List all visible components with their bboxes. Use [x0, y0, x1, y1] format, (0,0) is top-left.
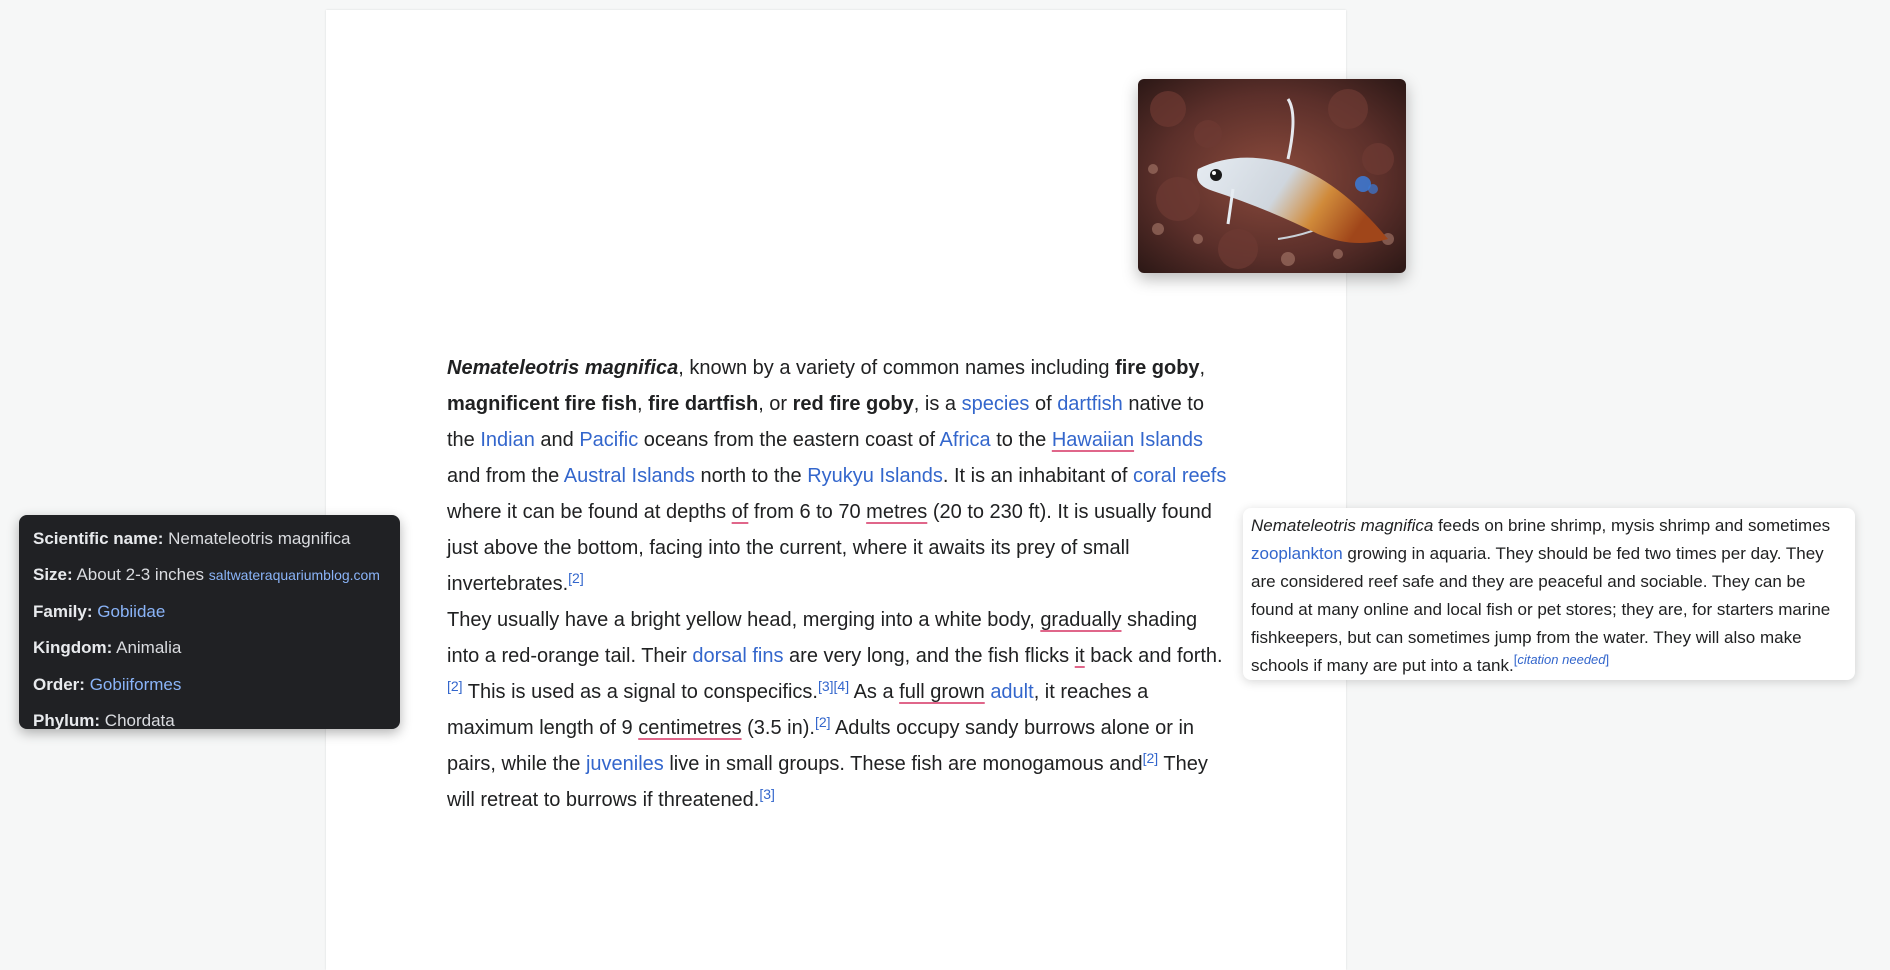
link-ryukyu-islands[interactable]: Ryukyu Islands: [807, 465, 943, 487]
spellcheck-metres[interactable]: metres: [866, 501, 927, 523]
ref-3[interactable]: [3]: [759, 786, 775, 802]
paragraph-1: Nemateleotris magnifica, known by a vari…: [447, 357, 1227, 595]
source-link[interactable]: saltwateraquariumblog.com: [209, 567, 380, 583]
common-name-fire-dartfish: fire dartfish: [648, 393, 759, 415]
info-row-order: Order: Gobiiformes: [33, 674, 182, 694]
spellcheck-it[interactable]: it: [1075, 645, 1085, 667]
common-name-magnificent-fire-fish: magnificent fire fish: [447, 393, 638, 415]
link-hawaiian[interactable]: Hawaiian: [1052, 429, 1134, 451]
link-africa[interactable]: Africa: [940, 429, 991, 451]
link-austral-islands[interactable]: Austral Islands: [564, 465, 695, 487]
link-species[interactable]: species: [962, 393, 1030, 415]
info-row-phylum: Phylum: Chordata: [33, 710, 175, 730]
ref-2[interactable]: [2]: [568, 570, 584, 586]
link-indian[interactable]: Indian: [480, 429, 535, 451]
spellcheck-centimetres[interactable]: centimetres: [638, 717, 741, 739]
species-info-card: Scientific name: Nemateleotris magnifica…: [19, 515, 400, 730]
link-adult[interactable]: adult: [990, 681, 1033, 703]
ref-2[interactable]: [2]: [815, 714, 831, 730]
citation-needed[interactable]: [citation needed]: [1514, 652, 1609, 667]
info-row-size: Size: About 2-3 inches saltwateraquarium…: [33, 565, 380, 585]
link-zooplankton[interactable]: zooplankton: [1251, 544, 1343, 563]
ref-3[interactable]: [3]: [818, 678, 834, 694]
common-name-fire-goby: fire goby: [1115, 357, 1200, 379]
scientific-name-italic: Nemateleotris magnifica: [1251, 516, 1434, 535]
info-row-scientific-name: Scientific name: Nemateleotris magnifica: [33, 529, 351, 548]
scientific-name-text: Nemateleotris magnifica: [447, 357, 679, 379]
spellcheck-full-grown[interactable]: full grown: [899, 681, 985, 703]
spellcheck-gradually[interactable]: gradually: [1040, 609, 1121, 631]
link-gobiiformes[interactable]: Gobiiformes: [90, 675, 182, 694]
paragraph-2: They usually have a bright yellow head, …: [447, 609, 1223, 811]
article-body: Nemateleotris magnifica, known by a vari…: [447, 350, 1227, 818]
aquaria-note-card: Nemateleotris magnifica feeds on brine s…: [1243, 508, 1855, 680]
link-gobiidae[interactable]: Gobiidae: [97, 602, 165, 621]
ref-2[interactable]: [2]: [1143, 750, 1159, 766]
link-coral-reefs[interactable]: coral reefs: [1133, 465, 1226, 487]
spellcheck-of[interactable]: of: [732, 501, 749, 523]
fire-goby-photo[interactable]: [1138, 79, 1406, 273]
link-islands[interactable]: Islands: [1140, 429, 1203, 451]
link-juveniles[interactable]: juveniles: [586, 753, 664, 775]
ref-4[interactable]: [4]: [834, 678, 850, 694]
ref-2[interactable]: [2]: [447, 678, 463, 694]
link-pacific[interactable]: Pacific: [579, 429, 638, 451]
link-dorsal-fins[interactable]: dorsal fins: [692, 645, 783, 667]
link-dartfish[interactable]: dartfish: [1057, 393, 1123, 415]
common-name-red-fire-goby: red fire goby: [792, 393, 914, 415]
info-row-kingdom: Kingdom: Animalia: [33, 638, 182, 658]
fire-goby-image: [1138, 79, 1406, 273]
info-row-family: Family: Gobiidae: [33, 601, 166, 621]
